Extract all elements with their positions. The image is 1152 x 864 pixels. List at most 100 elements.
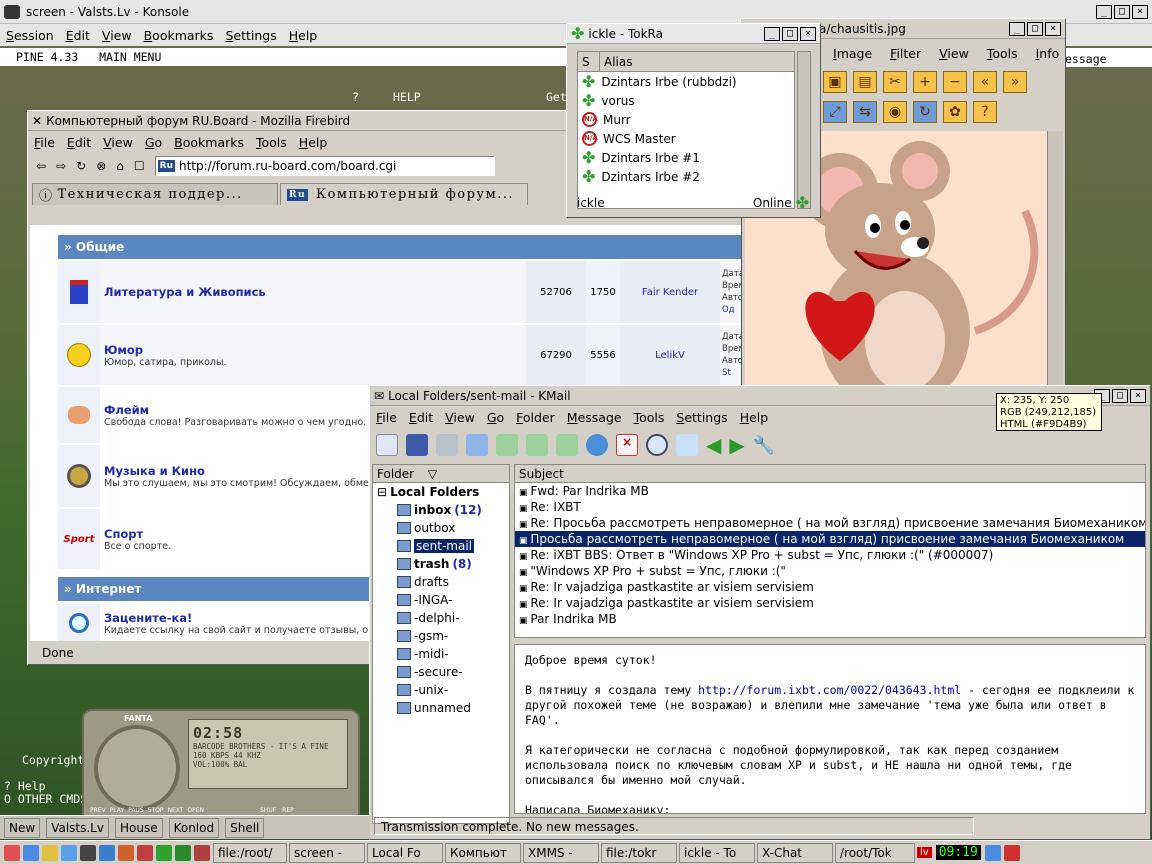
snapshot-icon[interactable]: ◉	[883, 101, 907, 123]
delete-icon[interactable]: ×	[616, 434, 638, 456]
konsole-session-tab[interactable]: Shell	[225, 817, 265, 838]
taskbar-item[interactable]: Компьют	[445, 842, 521, 863]
tab-technical-support[interactable]: ⓘ Техническая поддер...	[32, 183, 278, 205]
menu-help[interactable]: Help	[740, 410, 769, 425]
settings-icon[interactable]: ✿	[943, 101, 967, 123]
taskbar-item[interactable]: XMMS -	[523, 842, 599, 863]
previous-icon[interactable]: «	[973, 71, 997, 93]
reply-icon[interactable]	[496, 434, 518, 456]
forum-last-author[interactable]: Fair Kender	[620, 261, 720, 323]
menu-go[interactable]: Go	[487, 410, 504, 425]
next-button[interactable]: NEXT	[167, 807, 183, 814]
minimize-button[interactable]: _	[1096, 4, 1112, 19]
check-mail-icon[interactable]	[466, 434, 488, 456]
folder-item[interactable]: trash (8)	[373, 555, 509, 573]
menu-settings[interactable]: Settings	[225, 28, 276, 43]
menu-view[interactable]: View	[939, 46, 969, 61]
message-row[interactable]: ▣ "Windows XP Pro + subst = Упс, глюки :…	[515, 563, 1145, 579]
shuffle-button[interactable]: SHUF	[260, 807, 276, 814]
menu-edit[interactable]: Edit	[67, 135, 91, 150]
menu-message[interactable]: Message	[567, 410, 622, 425]
forum-last-author[interactable]: LelikV	[620, 325, 720, 385]
contact-row[interactable]: N/A WCS Master	[578, 129, 794, 148]
zoom-out-icon[interactable]: −	[943, 71, 967, 93]
message-row[interactable]: ▣ Re: Просьба рассмотреть неправомерное …	[515, 515, 1145, 531]
menu-file[interactable]: File	[376, 410, 397, 425]
maximize-button[interactable]: □	[1114, 4, 1130, 19]
network-icon[interactable]	[175, 844, 191, 861]
konqueror-icon[interactable]	[42, 844, 58, 861]
stop-button[interactable]: STOP	[148, 807, 164, 814]
folder-item[interactable]: sent-mail	[373, 537, 509, 555]
collapse-icon[interactable]: ⊟	[377, 485, 387, 499]
lock-icon[interactable]	[984, 844, 1001, 861]
body-link[interactable]: http://forum.ixbt.com/0022/043643.html	[698, 683, 961, 697]
contact-scrollbar[interactable]	[797, 51, 811, 209]
contact-row[interactable]: ✤ Dzintars Irbe (rubbdzi)	[578, 72, 794, 91]
tokra-status-selector[interactable]: Online	[753, 196, 792, 210]
editor-icon[interactable]	[118, 844, 134, 861]
previous-arrow-icon[interactable]: ◀	[706, 433, 721, 457]
kde-menu-icon[interactable]	[4, 844, 20, 861]
maximize-button[interactable]: □	[782, 26, 798, 41]
message-row[interactable]: ▣ Re: iXBT BBS: Ответ в "Windows XP Pro …	[515, 547, 1145, 563]
menu-go[interactable]: Go	[145, 135, 162, 150]
folder-item[interactable]: -gsm-	[373, 627, 509, 645]
new-session-button[interactable]: New	[4, 817, 41, 838]
column-status[interactable]: S	[578, 52, 600, 71]
menu-filter[interactable]: Filter	[890, 46, 921, 61]
browser-icon[interactable]	[61, 844, 77, 861]
menu-tools[interactable]: Tools	[256, 135, 287, 150]
folder-item[interactable]: inbox (12)	[373, 501, 509, 519]
close-button[interactable]: ×	[1132, 4, 1148, 19]
mail-icon[interactable]	[99, 844, 115, 861]
message-row[interactable]: ▣ Fwd: Par Indrika MB	[515, 483, 1145, 499]
contact-row[interactable]: ✤ Dzintars Irbe #2	[578, 167, 794, 186]
keyboard-layout-indicator[interactable]: lv	[917, 847, 932, 858]
menu-image[interactable]: Image	[833, 46, 872, 61]
logout-icon[interactable]	[1003, 844, 1020, 861]
folder-item[interactable]: -delphi-	[373, 609, 509, 627]
forward-icon[interactable]: ⇨	[56, 159, 66, 173]
media-icon[interactable]	[194, 844, 210, 861]
play-button[interactable]: PLAY	[110, 807, 124, 814]
taskbar-item[interactable]: X-Chat	[757, 842, 833, 863]
contact-row[interactable]: ✤ Dzintars Irbe #1	[578, 148, 794, 167]
menu-help[interactable]: Help	[299, 135, 328, 150]
taskbar-item[interactable]: Local Fo	[367, 842, 443, 863]
close-button[interactable]: ×	[1045, 21, 1061, 36]
folder-column-header[interactable]: Folder ▽	[373, 465, 509, 483]
message-row[interactable]: ▣ Par Indrika MB	[515, 611, 1145, 627]
reload-icon[interactable]: ↻	[76, 159, 86, 173]
bookmark-icon[interactable]: ☐	[134, 159, 145, 173]
database-icon[interactable]	[586, 434, 608, 456]
refresh-icon[interactable]: ↻	[913, 101, 937, 123]
konsole-session-tab[interactable]: House	[114, 817, 163, 838]
clock[interactable]: 09:19	[935, 845, 981, 860]
tokra-titlebar[interactable]: ✤ ickle - TokRa _ □ ×	[567, 24, 820, 44]
konsole-session-tab[interactable]: Konlod	[168, 817, 220, 838]
repeat-button[interactable]: REP	[282, 807, 294, 814]
pause-button[interactable]: PAUS	[128, 807, 144, 814]
menu-view[interactable]: View	[102, 28, 132, 43]
close-button[interactable]: ×	[1130, 388, 1146, 403]
help-icon[interactable]: ?	[973, 101, 997, 123]
message-row[interactable]: ▣ Re: Ir vajadziga pastkastite ar visiem…	[515, 595, 1145, 611]
forum-title[interactable]: Юмор	[104, 343, 522, 357]
wrench-icon[interactable]: 🔧	[753, 435, 775, 456]
next-arrow-icon[interactable]: ▶	[729, 433, 744, 457]
url-bar[interactable]: Ru http://forum.ru-board.com/board.cgi	[154, 156, 495, 176]
folder-item[interactable]: ⊟ Local Folders	[373, 483, 509, 501]
menu-tools[interactable]: Tools	[987, 46, 1018, 61]
tab-computer-forum[interactable]: Ru Компьютерный форум...	[280, 183, 528, 205]
menu-edit[interactable]: Edit	[66, 28, 90, 43]
search-icon[interactable]	[646, 434, 668, 456]
konsole-session-tab[interactable]: Valsts.Lv	[46, 817, 109, 838]
folder-item[interactable]: drafts	[373, 573, 509, 591]
home-icon[interactable]	[23, 844, 39, 861]
crop-icon[interactable]: ✂	[883, 71, 907, 93]
folder-item[interactable]: -unix-	[373, 681, 509, 699]
terminal-icon[interactable]	[80, 844, 96, 861]
menu-view[interactable]: View	[103, 135, 133, 150]
menu-session[interactable]: Session	[6, 28, 54, 43]
